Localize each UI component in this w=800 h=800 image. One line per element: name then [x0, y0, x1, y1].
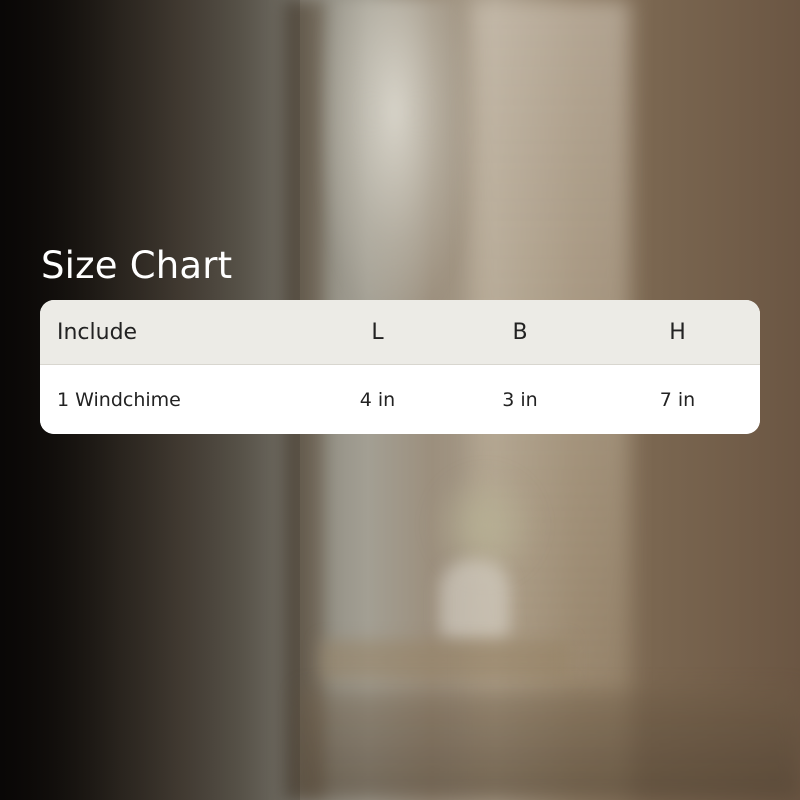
column-header-breadth: B	[512, 319, 528, 345]
background-window-sill	[320, 640, 570, 680]
table-row: 1 Windchime 4 in 3 in 7 in	[40, 365, 760, 434]
table-header-row: Include L B H	[40, 300, 760, 365]
column-header-include: Include	[57, 319, 138, 345]
background-floor	[300, 690, 800, 800]
column-header-height: H	[669, 319, 686, 345]
background-window-light	[320, 0, 470, 320]
size-table: Include L B H 1 Windchime 4 in 3 in 7 in	[40, 300, 760, 434]
cell-include: 1 Windchime	[57, 388, 181, 411]
column-header-length: L	[371, 319, 384, 345]
cell-height: 7 in	[659, 388, 696, 411]
cell-length: 4 in	[359, 388, 396, 411]
background-vase	[440, 560, 510, 640]
cell-breadth: 3 in	[502, 388, 538, 411]
page-title: Size Chart	[41, 244, 233, 287]
